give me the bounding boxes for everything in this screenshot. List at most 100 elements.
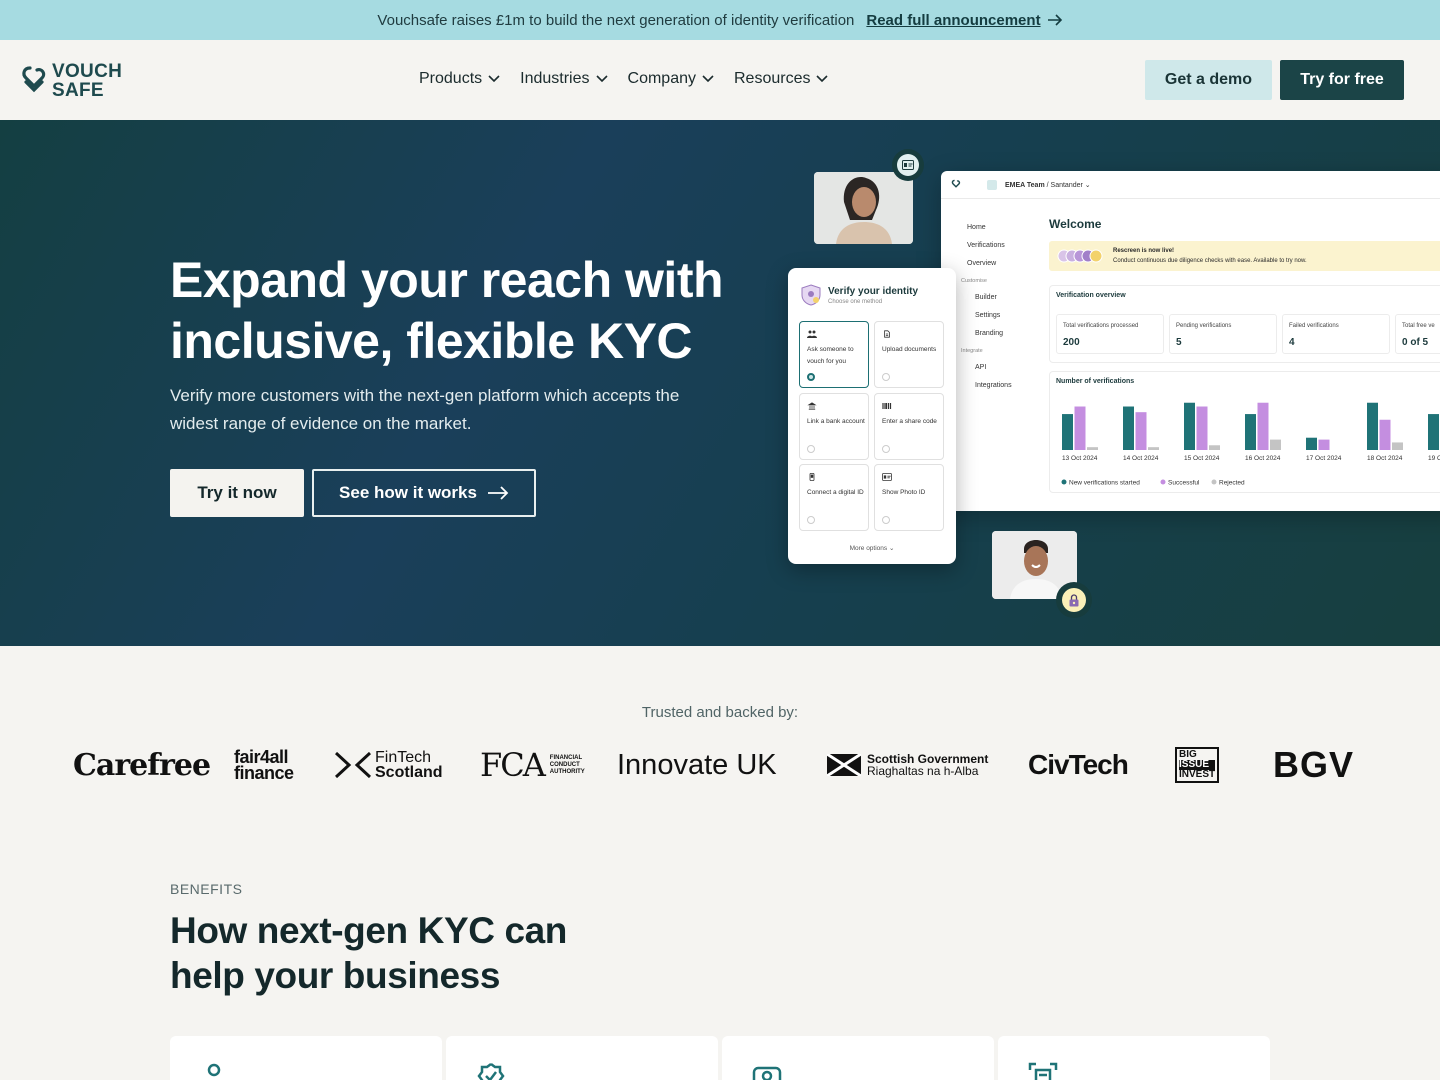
- chevron-down-icon: [595, 75, 608, 83]
- nav-item-products[interactable]: Products: [419, 70, 500, 88]
- option-photo-id[interactable]: Show Photo ID: [874, 464, 944, 531]
- hero-section: Expand your reach with inclusive, flexib…: [0, 120, 1440, 646]
- stat-free: Total free ve 0 of 5: [1395, 314, 1440, 354]
- nav-item-company[interactable]: Company: [628, 70, 714, 88]
- nav-item-label: Products: [419, 70, 483, 87]
- get-demo-button[interactable]: Get a demo: [1145, 60, 1272, 100]
- verifications-bar-chart: 13 Oct 2024 14 Oct 2024 15 Oct 2024 16 Oct …: [1061, 402, 1440, 487]
- bar-new-verifications-started: [1184, 402, 1195, 450]
- sidebar-item-builder[interactable]: Builder: [967, 289, 1036, 307]
- option-radio[interactable]: [807, 516, 815, 524]
- stat-label: Total verifications processed: [1063, 323, 1139, 329]
- scottish-government-logo: Scottish Government Riaghaltas na h-Alba: [827, 740, 988, 790]
- fca-line3: AUTHORITY: [549, 768, 585, 775]
- try-now-button[interactable]: Try it now: [170, 469, 304, 517]
- x-tick-label: 15 Oct 2024: [1184, 455, 1220, 462]
- see-how-it-works-button[interactable]: See how it works: [312, 469, 536, 517]
- avatar-group-icon: [1057, 249, 1103, 263]
- x-tick-label: 14 Oct 2024: [1123, 455, 1159, 462]
- option-vouch[interactable]: Ask someone to vouch for you: [799, 321, 869, 388]
- vouchsafe-logo-icon: [951, 179, 961, 188]
- chevron-down-icon: [816, 75, 829, 83]
- more-options-link[interactable]: More options ⌄: [788, 544, 956, 552]
- civtech-wordmark: CivTech: [1028, 749, 1129, 780]
- sidebar-item-integrations[interactable]: Integrations: [967, 377, 1036, 395]
- option-label: Ask someone to vouch for you: [807, 346, 854, 365]
- saltire-flag-icon: [827, 754, 861, 776]
- banner-text: Conduct continuous due diligence checks …: [1113, 258, 1307, 264]
- x-tick-label: 19 O: [1428, 455, 1440, 462]
- bar-successful: [1318, 439, 1330, 450]
- stat-label: Pending verifications: [1176, 323, 1232, 329]
- option-radio[interactable]: [882, 373, 890, 381]
- announcement-bar: Vouchsafe raises £1m to build the next g…: [0, 0, 1440, 40]
- bar-new-verifications-started: [1367, 402, 1378, 450]
- bar-successful: [1135, 412, 1147, 450]
- sidebar-item-home[interactable]: Home: [967, 219, 1036, 237]
- arrow-right-icon: [487, 486, 509, 500]
- nav-item-industries[interactable]: Industries: [520, 70, 608, 88]
- option-radio[interactable]: [807, 373, 815, 381]
- sidebar-item-settings[interactable]: Settings: [967, 307, 1036, 325]
- fintech-scotland-logo: FinTech Scotland: [335, 740, 443, 790]
- carefree-logo: Carefree: [73, 740, 211, 790]
- option-label: Show Photo ID: [882, 489, 926, 496]
- arrow-right-icon: [1047, 14, 1062, 26]
- id-card-icon: [882, 473, 892, 481]
- sidebar-item-customise: Customise: [961, 278, 987, 284]
- option-bank[interactable]: Link a bank account: [799, 393, 869, 460]
- bank-icon: [807, 402, 817, 410]
- customer-photo-woman: [814, 172, 913, 244]
- partner-logos: Carefree fair4all finance FinTech Scotland…: [0, 740, 1440, 790]
- vouchsafe-logo[interactable]: VOUCH SAFE: [20, 60, 138, 102]
- bar-rejected: [1392, 442, 1403, 450]
- benefits-tag: BENEFITS: [170, 881, 243, 897]
- fca-line2: CONDUCT: [549, 761, 580, 768]
- option-label: Upload documents: [882, 346, 937, 353]
- option-radio[interactable]: [882, 445, 890, 453]
- camera-icon: [752, 1066, 782, 1080]
- workspace-icon: [987, 179, 997, 190]
- stat-value: 200: [1063, 337, 1080, 348]
- fair4all-logo: fair4all finance: [234, 740, 294, 790]
- x-tick-label: 17 Oct 2024: [1306, 455, 1342, 462]
- announcement-link[interactable]: Read full announcement: [866, 12, 1062, 29]
- sidebar-item-overview[interactable]: Overview: [967, 255, 1036, 273]
- bar-rejected: [1148, 447, 1159, 450]
- verify-subtitle: Choose one method: [828, 299, 883, 305]
- rescreen-banner[interactable]: Rescreen is now live! Conduct continuous…: [1049, 241, 1440, 271]
- legend-label: Successful: [1168, 480, 1200, 487]
- barcode-icon: [882, 403, 892, 409]
- fintech-line1: FinTech: [375, 749, 432, 766]
- option-digital-id[interactable]: Connect a digital ID: [799, 464, 869, 531]
- x-tick-label: 13 Oct 2024: [1062, 455, 1098, 462]
- verifications-chart-card: Number of verifications 13 Oct 2024 14 Oc…: [1049, 371, 1440, 493]
- option-label: Connect a digital ID: [807, 489, 864, 496]
- id-card-badge: [892, 149, 924, 181]
- dashboard-main: Welcome Rescreen is now live! Conduct co…: [1049, 199, 1440, 511]
- legend-swatch: [1160, 479, 1166, 485]
- benefit-card: [722, 1036, 994, 1080]
- try-free-button[interactable]: Try for free: [1280, 60, 1404, 100]
- nav-item-resources[interactable]: Resources: [734, 70, 829, 88]
- carefree-wordmark: Carefree: [73, 747, 211, 783]
- sidebar-item-api[interactable]: API: [967, 359, 1036, 377]
- workspace-switcher[interactable]: EMEA Team / Santander ⌄: [1005, 181, 1091, 189]
- fca-mark: FCA: [480, 746, 546, 784]
- stat-total: Total verifications processed 200: [1056, 314, 1164, 354]
- option-share-code[interactable]: Enter a share code: [874, 393, 944, 460]
- option-radio[interactable]: [882, 516, 890, 524]
- sidebar-item-verifications[interactable]: Verifications: [967, 237, 1036, 255]
- option-radio[interactable]: [807, 445, 815, 453]
- benefits-title: How next-gen KYC can help your business: [170, 910, 567, 996]
- innovate-wordmark: Innovate UK: [617, 748, 777, 781]
- option-upload[interactable]: Upload documents: [874, 321, 944, 388]
- x-tick-label: 16 Oct 2024: [1245, 455, 1281, 462]
- bar-rejected: [1209, 445, 1220, 450]
- overview-title: Verification overview: [1056, 292, 1126, 299]
- fintech-x-icon: [335, 752, 371, 778]
- sidebar-item-branding[interactable]: Branding: [967, 325, 1036, 343]
- id-card-icon: [902, 160, 914, 170]
- logo-line2: SAFE: [52, 80, 104, 101]
- bigissue-line3: INVEST: [1179, 769, 1216, 780]
